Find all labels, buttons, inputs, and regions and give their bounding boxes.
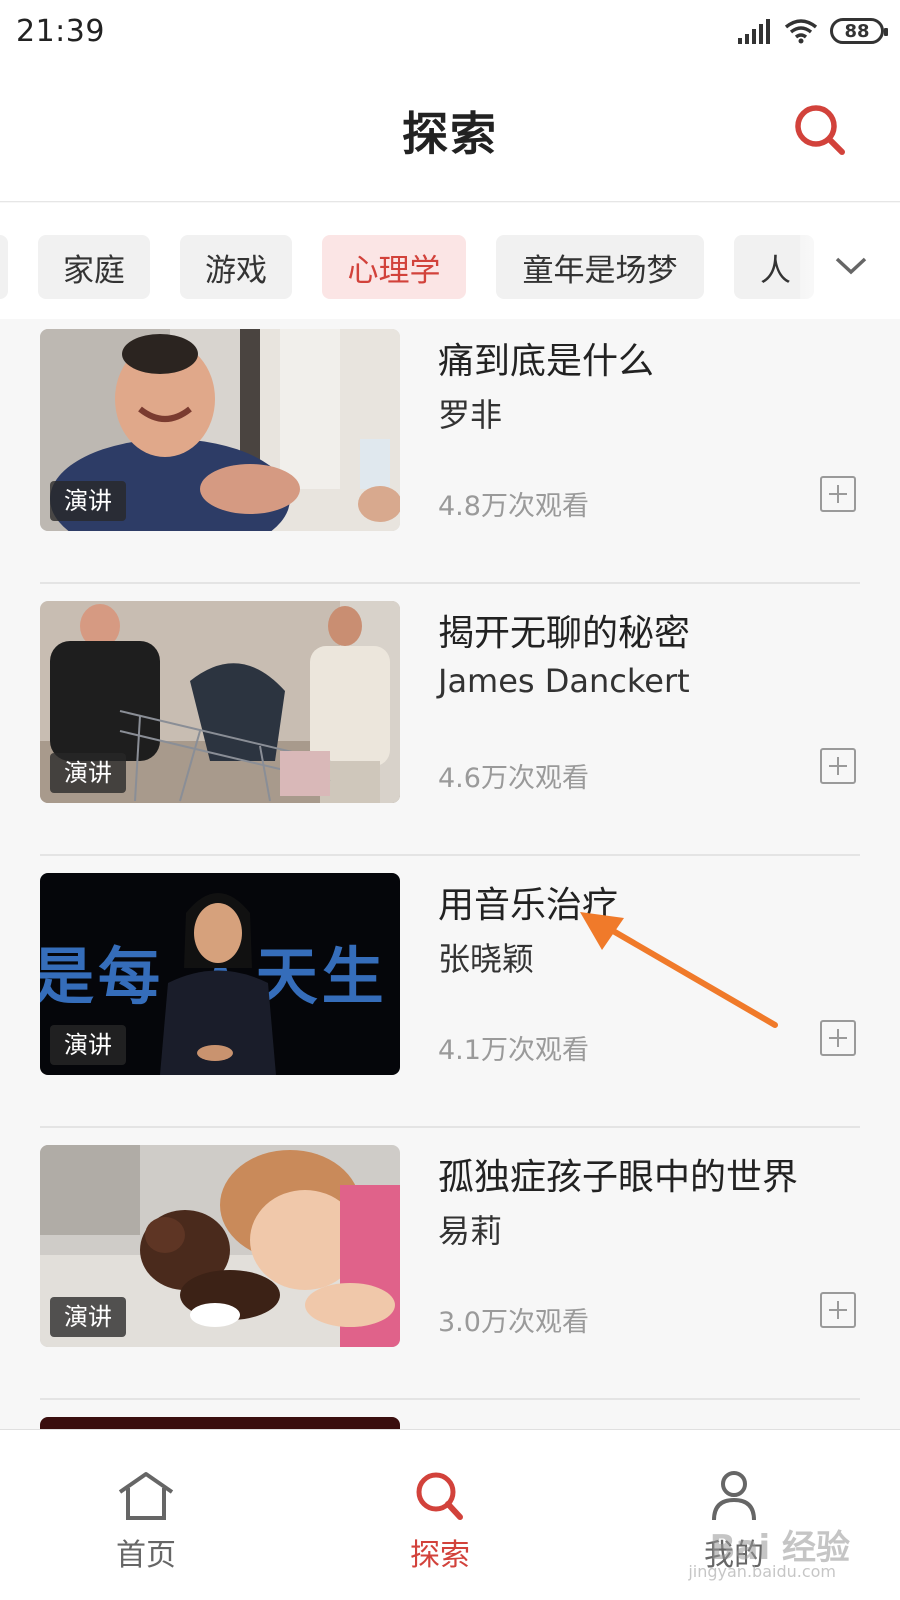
category-tabs: 家庭 游戏 心理学 童年是场梦 人: [0, 203, 900, 319]
chevron-down-icon[interactable]: [834, 251, 868, 279]
item-title[interactable]: 孤独症孩子眼中的世界: [438, 1148, 798, 1200]
list-item[interactable]: 演讲 痛到底是什么 罗非 4.8万次观看: [40, 319, 860, 584]
tab-family[interactable]: 家庭: [38, 235, 150, 299]
battery-icon: 88: [830, 18, 888, 44]
badge: 演讲: [50, 1025, 126, 1065]
add-icon[interactable]: [820, 748, 856, 784]
thumbnail-image[interactable]: 是每 人天生 演讲: [40, 873, 400, 1075]
nav-explore[interactable]: 探索: [350, 1430, 530, 1600]
badge: 演讲: [50, 1297, 126, 1337]
person-icon: [712, 1471, 756, 1521]
item-author: 易莉: [438, 1212, 503, 1250]
thumbnail-image[interactable]: 演讲: [40, 1145, 400, 1347]
tab-games[interactable]: 游戏: [180, 235, 292, 299]
thumbnail-image[interactable]: 演讲: [40, 601, 400, 803]
page-title: 探索: [402, 107, 498, 161]
nav-home[interactable]: 首页: [56, 1430, 236, 1600]
battery-level: 88: [844, 20, 870, 42]
nav-label: 探索: [410, 1538, 470, 1573]
item-author: James Danckert: [438, 662, 690, 700]
watermark-url: jingyan.baidu.com: [688, 1562, 836, 1581]
view-count: 4.6万次观看: [438, 763, 589, 794]
badge: 演讲: [50, 481, 126, 521]
view-count: 3.0万次观看: [438, 1307, 589, 1338]
search-icon: [416, 1472, 463, 1520]
search-icon[interactable]: [792, 102, 848, 158]
nav-label: 首页: [116, 1538, 176, 1573]
badge: 演讲: [50, 753, 126, 793]
tab-childhood-dream[interactable]: 童年是场梦: [496, 235, 704, 299]
status-icons: 88: [738, 18, 888, 44]
thumbnail-image[interactable]: 演讲: [40, 329, 400, 531]
signal-icon: [738, 19, 770, 44]
item-title[interactable]: 揭开无聊的秘密: [438, 604, 690, 656]
add-icon[interactable]: [820, 476, 856, 512]
list-item-partial[interactable]: [40, 1400, 860, 1429]
view-count: 4.8万次观看: [438, 491, 589, 522]
add-icon[interactable]: [820, 1020, 856, 1056]
thumbnail-image[interactable]: [40, 1417, 400, 1429]
item-author: 罗非: [438, 396, 503, 434]
list-item[interactable]: 演讲 孤独症孩子眼中的世界 易莉 3.0万次观看: [40, 1128, 860, 1400]
status-bar: 21:39 88: [0, 0, 900, 62]
add-icon[interactable]: [820, 1292, 856, 1328]
talk-list: 演讲 痛到底是什么 罗非 4.8万次观看 演讲 揭开无聊的秘密 James Da…: [0, 319, 900, 1429]
list-item[interactable]: 演讲 揭开无聊的秘密 James Danckert 4.6万次观看: [40, 584, 860, 856]
view-count: 4.1万次观看: [438, 1035, 589, 1066]
item-title[interactable]: 痛到底是什么: [438, 332, 654, 384]
wifi-icon: [784, 19, 818, 44]
item-author: 张晓颖: [438, 940, 535, 978]
annotation-arrow-icon: [580, 912, 778, 1028]
tab-previous-partial[interactable]: [0, 235, 8, 299]
tab-psychology[interactable]: 心理学: [322, 235, 466, 299]
header: 探索: [0, 62, 900, 202]
status-time: 21:39: [16, 13, 105, 49]
home-icon: [118, 1472, 174, 1520]
